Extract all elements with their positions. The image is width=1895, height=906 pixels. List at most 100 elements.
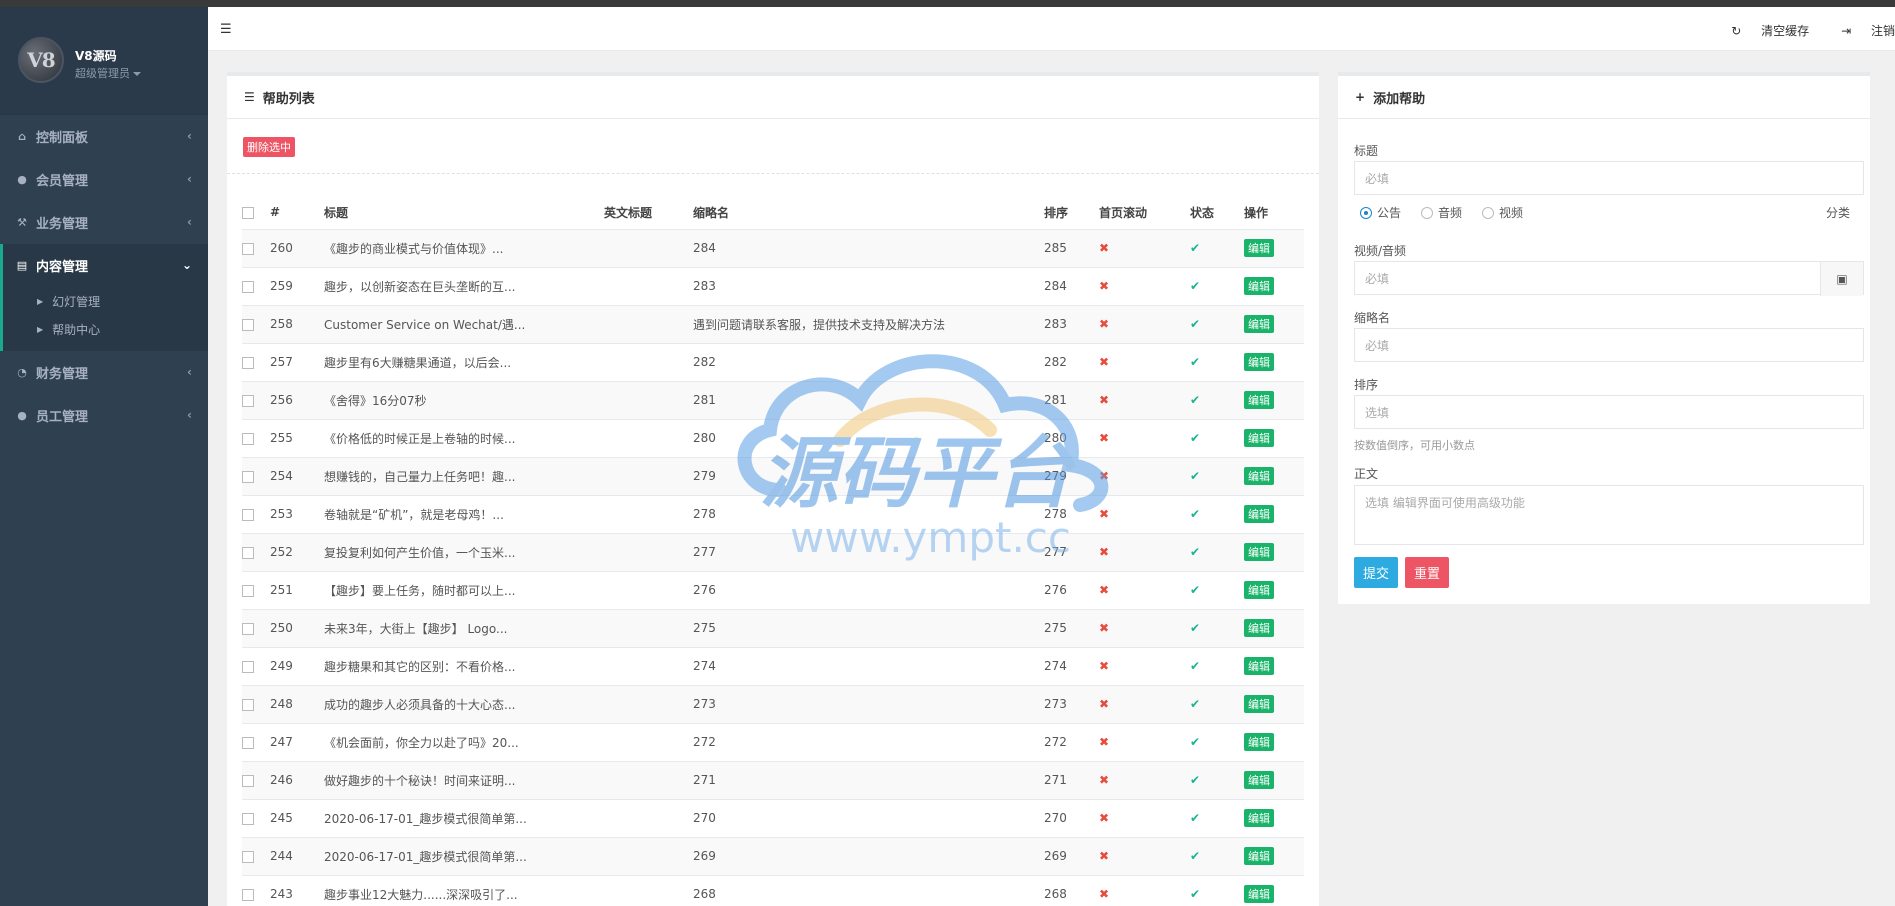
row-checkbox[interactable] xyxy=(242,394,254,407)
cell-status: ✔ xyxy=(1190,343,1244,382)
row-checkbox[interactable] xyxy=(242,774,254,787)
cell-id: 257 xyxy=(270,343,324,382)
menu-toggle-icon[interactable]: ☰ xyxy=(220,22,232,37)
edit-button[interactable]: 编辑 xyxy=(1244,277,1274,295)
edit-button[interactable]: 编辑 xyxy=(1244,239,1274,257)
row-checkbox[interactable] xyxy=(242,888,254,901)
cell-en-title xyxy=(604,533,693,572)
row-checkbox[interactable] xyxy=(242,432,254,445)
cross-icon: ✖ xyxy=(1099,659,1110,673)
edit-button[interactable]: 编辑 xyxy=(1244,809,1274,827)
edit-button[interactable]: 编辑 xyxy=(1244,885,1274,903)
cell-en-title xyxy=(604,837,693,876)
row-checkbox[interactable] xyxy=(242,508,254,521)
edit-button[interactable]: 编辑 xyxy=(1244,733,1274,751)
cell-actions: 编辑 xyxy=(1244,609,1304,648)
logout-button[interactable]: ⇥ 注销 xyxy=(1825,24,1895,38)
row-checkbox[interactable] xyxy=(242,546,254,559)
image-upload-button[interactable]: ▣ xyxy=(1820,262,1863,296)
slug-label: 缩略名 xyxy=(1354,311,1391,325)
edit-button[interactable]: 编辑 xyxy=(1244,581,1274,599)
cell-id: 255 xyxy=(270,419,324,458)
edit-button[interactable]: 编辑 xyxy=(1244,543,1274,561)
row-checkbox[interactable] xyxy=(242,280,254,293)
radio-video[interactable]: 视频 xyxy=(1482,204,1523,221)
radio-button[interactable] xyxy=(1421,206,1434,219)
sidebar-item-dashboard[interactable]: ⌂ 控制面板 ‹ xyxy=(0,115,208,158)
sidebar-item-business[interactable]: ⚒ 业务管理 ‹ xyxy=(0,201,208,244)
clear-cache-button[interactable]: ↻ 清空缓存 xyxy=(1715,24,1809,38)
sidebar-subitem-slides[interactable]: ▶ 幻灯管理 xyxy=(3,287,208,315)
cell-sort: 277 xyxy=(1044,533,1099,572)
radio-button[interactable] xyxy=(1360,206,1372,219)
edit-button[interactable]: 编辑 xyxy=(1244,771,1274,789)
user-icon: ● xyxy=(17,173,27,186)
submit-button[interactable]: 提交 xyxy=(1354,557,1399,588)
row-checkbox[interactable] xyxy=(242,318,254,331)
row-checkbox[interactable] xyxy=(242,698,254,711)
sidebar-item-label: 内容管理 xyxy=(36,260,89,275)
media-input[interactable]: 必填 ▣ xyxy=(1354,261,1864,296)
sort-help-text: 按数值倒序，可用小数点 xyxy=(1354,439,1475,452)
sidebar-item-finance[interactable]: ◔ 财务管理 ‹ xyxy=(0,351,208,394)
cell-slug: 281 xyxy=(693,381,1044,420)
cell-slug: 280 xyxy=(693,419,1044,458)
sidebar-item-members[interactable]: ● 会员管理 ‹ xyxy=(0,158,208,201)
table-row: 244 2020-06-17-01_趣步模式很简单第... 269 269 ✖ ✔ 编辑 xyxy=(242,837,1304,876)
row-checkbox[interactable] xyxy=(242,660,254,673)
radio-notice[interactable]: 公告 xyxy=(1360,204,1401,221)
row-checkbox[interactable] xyxy=(242,622,254,635)
cell-actions: 编辑 xyxy=(1244,761,1304,800)
table-row: 258 Customer Service on Wechat/遇... 遇到问题请联… xyxy=(242,305,1304,344)
edit-button[interactable]: 编辑 xyxy=(1244,467,1274,485)
row-checkbox[interactable] xyxy=(242,850,254,863)
radio-button[interactable] xyxy=(1482,206,1495,219)
edit-button[interactable]: 编辑 xyxy=(1244,353,1274,371)
cross-icon: ✖ xyxy=(1099,355,1110,369)
cell-sort: 268 xyxy=(1044,875,1099,906)
check-icon: ✔ xyxy=(1190,621,1201,635)
cross-icon: ✖ xyxy=(1099,811,1110,825)
media-label: 视频/音频 xyxy=(1354,244,1407,258)
edit-button[interactable]: 编辑 xyxy=(1244,391,1274,409)
cell-id: 245 xyxy=(270,799,324,838)
cross-icon: ✖ xyxy=(1099,393,1110,407)
cell-title: 成功的趣步人必须具备的十大心态... xyxy=(324,685,604,724)
panel-title: 帮助列表 xyxy=(262,91,315,107)
sign-out-icon: ⇥ xyxy=(1841,24,1852,38)
chevron-left-icon: ‹ xyxy=(187,408,192,422)
body-textarea[interactable]: 选填 编辑界面可使用高级功能 xyxy=(1354,485,1864,545)
reset-button[interactable]: 重置 xyxy=(1405,557,1450,588)
title-input[interactable]: 必填 xyxy=(1354,161,1864,195)
slug-input[interactable]: 必填 xyxy=(1354,328,1864,362)
row-checkbox[interactable] xyxy=(242,736,254,749)
edit-button[interactable]: 编辑 xyxy=(1244,619,1274,637)
row-checkbox[interactable] xyxy=(242,812,254,825)
sidebar-subitem-help-center[interactable]: ▶ 帮助中心 xyxy=(3,315,208,343)
cell-slug: 遇到问题请联系客服，提供技术支持及解决方法 xyxy=(693,305,1044,344)
row-checkbox[interactable] xyxy=(242,356,254,369)
sidebar-item-content[interactable]: ▤ 内容管理 ⌄ xyxy=(3,244,208,287)
sort-input[interactable]: 选填 xyxy=(1354,395,1864,429)
edit-button[interactable]: 编辑 xyxy=(1244,847,1274,865)
cell-en-title xyxy=(604,305,693,344)
row-checkbox[interactable] xyxy=(242,242,254,255)
sidebar-item-staff[interactable]: ● 员工管理 ‹ xyxy=(0,394,208,437)
edit-button[interactable]: 编辑 xyxy=(1244,315,1274,333)
edit-button[interactable]: 编辑 xyxy=(1244,657,1274,675)
avatar[interactable]: V8 xyxy=(18,37,64,83)
cell-actions: 编辑 xyxy=(1244,305,1304,344)
edit-button[interactable]: 编辑 xyxy=(1244,429,1274,447)
profile-role-dropdown[interactable]: 超级管理员 xyxy=(75,65,141,81)
gavel-icon: ⚒ xyxy=(17,216,27,229)
edit-button[interactable]: 编辑 xyxy=(1244,505,1274,523)
cell-actions: 编辑 xyxy=(1244,723,1304,762)
select-all-checkbox[interactable] xyxy=(242,206,254,219)
row-checkbox[interactable] xyxy=(242,470,254,483)
cell-id: 251 xyxy=(270,571,324,610)
edit-button[interactable]: 编辑 xyxy=(1244,695,1274,713)
radio-audio[interactable]: 音频 xyxy=(1421,204,1462,221)
table-row: 260 《趣步的商业模式与价值体现》... 284 285 ✖ ✔ 编辑 xyxy=(242,229,1304,268)
row-checkbox[interactable] xyxy=(242,584,254,597)
delete-selected-button[interactable]: 删除选中 xyxy=(243,137,295,157)
